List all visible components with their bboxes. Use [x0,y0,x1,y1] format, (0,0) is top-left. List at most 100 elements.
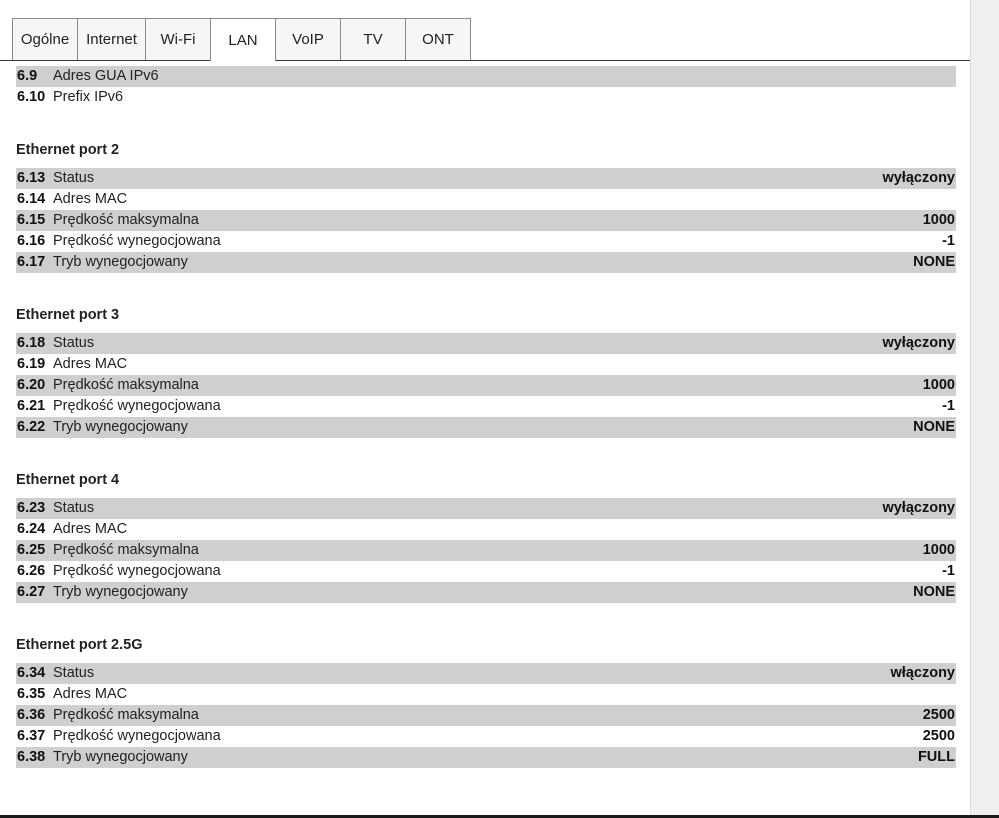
scrollbar-track[interactable] [970,0,999,818]
row-label: Prędkość wynegocjowana [53,398,221,414]
row-value: wyłączony [882,335,955,351]
section-title: Ethernet port 3 [16,307,120,323]
row-number: 6.38 [17,749,46,765]
section-title: Ethernet port 2 [16,142,120,158]
row-number: 6.22 [17,419,46,435]
row-number: 6.35 [17,686,46,702]
row-value: NONE [913,584,955,600]
table-row: 6.15 Prędkość maksymalna 1000 [16,210,956,231]
table-row: 6.35 Adres MAC [16,684,956,705]
tab-internet[interactable]: Internet [77,18,146,60]
row-number: 6.14 [17,191,46,207]
ipv6-rows: 6.9 Adres GUA IPv6 6.10 Prefix IPv6 [16,66,956,108]
row-label: Prędkość maksymalna [53,542,199,558]
row-number: 6.10 [17,89,46,105]
row-number: 6.20 [17,377,46,393]
row-label: Adres MAC [53,191,128,207]
table-row: 6.34 Status włączony [16,663,956,684]
row-value: 2500 [922,707,955,723]
row-value: FULL [917,749,955,765]
table-row: 6.36 Prędkość maksymalna 2500 [16,705,956,726]
row-label: Status [53,335,95,351]
row-value: -1 [942,563,955,579]
table-row: 6.25 Prędkość maksymalna 1000 [16,540,956,561]
table-row: 6.37 Prędkość wynegocjowana 2500 [16,726,956,747]
tab-voip[interactable]: VoIP [275,18,341,60]
table-row: 6.19 Adres MAC [16,354,956,375]
table-row: 6.22 Tryb wynegocjowany NONE [16,417,956,438]
row-label: Tryb wynegocjowany [53,419,188,435]
tab-list: Ogólne Internet Wi-Fi LAN VoIP TV ONT [12,18,471,61]
row-label: Tryb wynegocjowany [53,749,188,765]
row-label: Prędkość wynegocjowana [53,728,221,744]
row-label: Status [53,170,95,186]
row-label: Adres MAC [53,521,128,537]
row-label: Prędkość maksymalna [53,212,199,228]
row-value: NONE [913,419,955,435]
row-label: Tryb wynegocjowany [53,254,188,270]
table-row: 6.23 Status wyłączony [16,498,956,519]
ethernet-port-section: Ethernet port 4 6.23 Status wyłączony 6.24 Ad… [16,470,956,603]
router-status-page: Ogólne Internet Wi-Fi LAN VoIP TV ONT 6.9 Adres… [0,0,999,818]
row-number: 6.18 [17,335,46,351]
table-row: 6.18 Status wyłączony [16,333,956,354]
row-label: Adres MAC [53,356,128,372]
table-row: 6.21 Prędkość wynegocjowana -1 [16,396,956,417]
row-number: 6.23 [17,500,46,516]
row-label: Prefix IPv6 [53,89,124,105]
row-number: 6.27 [17,584,46,600]
row-number: 6.25 [17,542,46,558]
table-row: 6.16 Prędkość wynegocjowana -1 [16,231,956,252]
row-label: Status [53,665,95,681]
tab-lan[interactable]: LAN [210,18,276,61]
tab-bar: Ogólne Internet Wi-Fi LAN VoIP TV ONT [0,0,970,61]
row-value: 2500 [922,728,955,744]
table-row: 6.20 Prędkość maksymalna 1000 [16,375,956,396]
tab-tv[interactable]: TV [340,18,406,60]
row-value: wyłączony [882,500,955,516]
row-value: 1000 [922,377,955,393]
tab-ogólne[interactable]: Ogólne [12,18,78,60]
table-row: 6.9 Adres GUA IPv6 [16,66,956,87]
row-label: Tryb wynegocjowany [53,584,188,600]
row-value: -1 [942,233,955,249]
row-number: 6.17 [17,254,46,270]
table-row: 6.26 Prędkość wynegocjowana -1 [16,561,956,582]
row-number: 6.26 [17,563,46,579]
table-row: 6.17 Tryb wynegocjowany NONE [16,252,956,273]
row-number: 6.34 [17,665,46,681]
row-label: Status [53,500,95,516]
row-number: 6.37 [17,728,46,744]
section-title: Ethernet port 4 [16,472,120,488]
row-number: 6.24 [17,521,46,537]
tab-ont[interactable]: ONT [405,18,471,60]
row-number: 6.19 [17,356,46,372]
row-label: Adres MAC [53,686,128,702]
lan-status-content: 6.9 Adres GUA IPv6 6.10 Prefix IPv6 Ethernet… [16,66,956,768]
row-value: wyłączony [882,170,955,186]
table-row: 6.13 Status wyłączony [16,168,956,189]
row-label: Prędkość wynegocjowana [53,563,221,579]
row-value: 1000 [922,212,955,228]
row-value: 1000 [922,542,955,558]
table-row: 6.24 Adres MAC [16,519,956,540]
row-label: Prędkość maksymalna [53,377,199,393]
ethernet-port-section: Ethernet port 3 6.18 Status wyłączony 6.19 Ad… [16,305,956,438]
tab-wi-fi[interactable]: Wi-Fi [145,18,211,60]
row-value: włączony [890,665,955,681]
row-value: NONE [913,254,955,270]
table-row: 6.38 Tryb wynegocjowany FULL [16,747,956,768]
row-label: Prędkość wynegocjowana [53,233,221,249]
row-number: 6.16 [17,233,46,249]
table-row: 6.14 Adres MAC [16,189,956,210]
row-number: 6.21 [17,398,46,414]
row-number: 6.13 [17,170,46,186]
table-row: 6.27 Tryb wynegocjowany NONE [16,582,956,603]
ethernet-port-section: Ethernet port 2 6.13 Status wyłączony 6.14 Ad… [16,140,956,273]
row-number: 6.9 [17,68,38,84]
row-number: 6.36 [17,707,46,723]
row-number: 6.15 [17,212,46,228]
ethernet-port-section: Ethernet port 2.5G 6.34 Status włączony 6.35… [16,635,956,768]
row-value: -1 [942,398,955,414]
row-label: Prędkość maksymalna [53,707,199,723]
